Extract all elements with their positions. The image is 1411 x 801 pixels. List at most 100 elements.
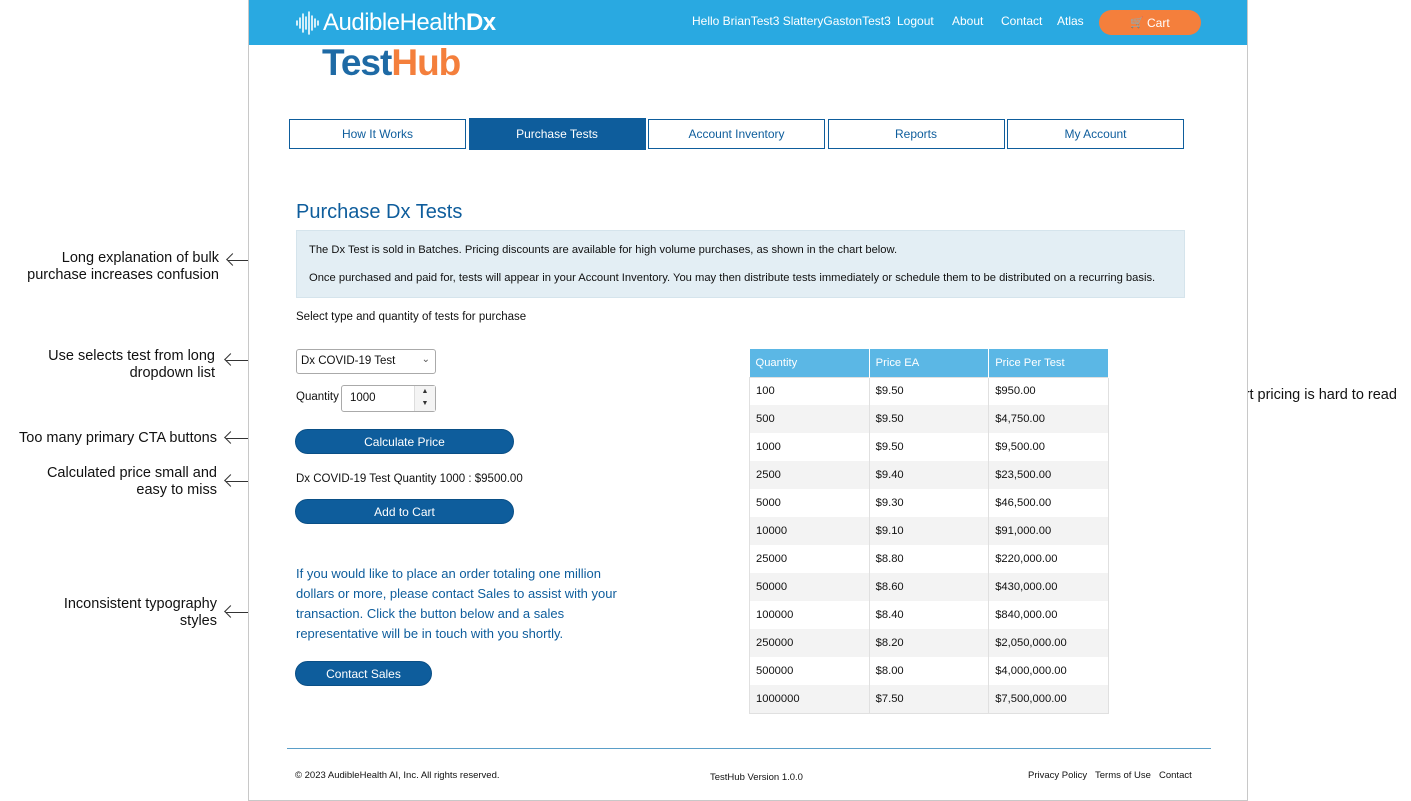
tab-reports[interactable]: Reports: [827, 119, 1005, 149]
table-cell: $950.00: [988, 377, 1109, 405]
info-text: The Dx Test is sold in Batches. Pricing …: [309, 244, 898, 256]
brand-logo[interactable]: AudibleHealth Dx: [295, 8, 496, 38]
table-cell: 100000: [749, 601, 870, 629]
column-header: Quantity: [749, 349, 870, 377]
table-row: 100000 $8.40 $840,000.00: [749, 601, 1109, 629]
cart-label: Cart: [1147, 15, 1170, 30]
annotation-line: easy to miss: [136, 482, 217, 498]
table-cell: 50000: [749, 573, 870, 601]
table-cell: 5000: [749, 489, 870, 517]
table-cell: 250000: [749, 629, 870, 657]
logo-part-hub: Hub: [391, 42, 461, 83]
annotation-line: Calculated price small and: [46, 465, 217, 481]
brand-dx: Dx: [465, 9, 496, 36]
calculate-price-button[interactable]: Calculate Price: [295, 429, 514, 454]
annotation-calc-price: Calculated price small and easy to miss: [10, 465, 217, 499]
app-frame: AudibleHealth Dx Hello BrianTest3 Slatter…: [248, 0, 1248, 801]
table-cell: $9,500.00: [988, 433, 1109, 461]
table-cell: $7,500,000.00: [988, 685, 1109, 713]
table-cell: 500: [749, 405, 870, 433]
stepper-up-icon[interactable]: ▲: [415, 386, 435, 398]
atlas-link[interactable]: Atlas: [1057, 14, 1084, 28]
table-cell: $9.10: [869, 517, 990, 545]
add-to-cart-button[interactable]: Add to Cart: [295, 499, 514, 524]
annotation-line: Too many primary CTA buttons: [19, 430, 217, 446]
select-instructions: Select type and quantity of tests for pu…: [296, 311, 527, 323]
top-navbar: AudibleHealth Dx Hello BrianTest3 Slatter…: [249, 0, 1247, 45]
table-cell: $91,000.00: [988, 517, 1109, 545]
arrow-head-icon: [224, 474, 237, 487]
arrow-head-icon: [224, 353, 237, 366]
table-row: 250000 $8.20 $2,050,000.00: [749, 629, 1109, 657]
annotation-line: Inconsistent typography: [63, 596, 217, 612]
table-row: 100 $9.50 $950.00: [749, 377, 1109, 405]
table-cell: $8.00: [869, 657, 990, 685]
table-row: 500000 $8.00 $4,000,000.00: [749, 657, 1109, 685]
annotation-line: dropdown list: [129, 365, 215, 381]
sales-message: If you would like to place an order tota…: [296, 566, 617, 641]
table-cell: 10000: [749, 517, 870, 545]
table-cell: $430,000.00: [988, 573, 1109, 601]
table-cell: $840,000.00: [988, 601, 1109, 629]
tab-my-account[interactable]: My Account: [1007, 119, 1184, 149]
info-box: The Dx Test is sold in Batches. Pricing …: [296, 230, 1185, 298]
test-type-value: Dx COVID-19 Test: [301, 355, 396, 367]
annotation-cta: Too many primary CTA buttons: [5, 430, 217, 447]
tab-account-inventory[interactable]: Account Inventory: [648, 119, 825, 149]
pricing-table-body: 100 $9.50 $950.00 500 $9.50 $4,750.00 1000 $9.5…: [749, 377, 1109, 713]
stepper-down-icon[interactable]: ▼: [415, 398, 435, 410]
contact-link[interactable]: Contact: [1001, 14, 1042, 28]
page-title: Purchase Dx Tests: [296, 201, 463, 223]
about-link[interactable]: About: [952, 14, 983, 28]
table-row: 10000 $9.10 $91,000.00: [749, 517, 1109, 545]
table-cell: $9.50: [869, 405, 990, 433]
annotation-bulk-explanation: Long explanation of bulk purchase increa…: [10, 250, 219, 284]
footer-contact-link[interactable]: Contact: [1159, 770, 1192, 781]
table-cell: $8.20: [869, 629, 990, 657]
table-cell: $9.40: [869, 461, 990, 489]
table-row: 5000 $9.30 $46,500.00: [749, 489, 1109, 517]
table-cell: 1000: [749, 433, 870, 461]
annotation-line: Use selects test from long: [48, 348, 215, 364]
table-row: 25000 $8.80 $220,000.00: [749, 545, 1109, 573]
table-cell: $4,000,000.00: [988, 657, 1109, 685]
version-label: TestHub Version 1.0.0: [710, 772, 803, 783]
table-cell: $8.80: [869, 545, 990, 573]
column-header: Price EA: [869, 349, 990, 377]
brand-name: AudibleHealth: [323, 9, 466, 36]
quantity-stepper[interactable]: ▲ ▼: [414, 386, 435, 411]
footer-divider: [287, 748, 1211, 749]
logout-link[interactable]: Logout: [897, 14, 934, 28]
table-cell: $2,050,000.00: [988, 629, 1109, 657]
privacy-policy-link[interactable]: Privacy Policy: [1028, 770, 1087, 781]
copyright: © 2023 AudibleHealth AI, Inc. All rights…: [295, 770, 500, 781]
annotation-line: purchase increases confusion: [27, 267, 219, 283]
table-cell: $9.50: [869, 433, 990, 461]
tab-purchase-tests[interactable]: Purchase Tests: [468, 118, 646, 150]
user-greeting[interactable]: Hello BrianTest3 SlatteryGastonTest3: [692, 14, 891, 28]
pricing-table: Quantity Price EA Price Per Test 100 $9.5…: [749, 349, 1109, 714]
calculated-price: Dx COVID-19 Test Quantity 1000 : $9500.0…: [296, 473, 523, 485]
column-header: Price Per Test: [988, 349, 1109, 377]
soundwave-icon: [296, 11, 319, 35]
cart-button[interactable]: 🛒 Cart: [1099, 10, 1201, 35]
contact-sales-button[interactable]: Contact Sales: [295, 661, 432, 686]
table-cell: 500000: [749, 657, 870, 685]
annotation-dropdown: Use selects test from long dropdown list: [10, 348, 215, 382]
arrow-head-icon: [226, 253, 239, 266]
chevron-down-icon: ⌄: [421, 354, 430, 365]
table-cell: $7.50: [869, 685, 990, 713]
test-type-select[interactable]: Dx COVID-19 Test ⌄: [296, 349, 436, 374]
tab-how-it-works[interactable]: How It Works: [289, 119, 466, 149]
main-tabs: How It Works Purchase Tests Account Inve…: [289, 118, 1187, 150]
table-cell: 100: [749, 377, 870, 405]
testhub-logo: TestHub: [322, 42, 461, 84]
table-row: 1000000 $7.50 $7,500,000.00: [749, 685, 1109, 713]
arrow-head-icon: [224, 605, 237, 618]
table-row: 500 $9.50 $4,750.00: [749, 405, 1109, 433]
table-cell: $46,500.00: [988, 489, 1109, 517]
terms-of-use-link[interactable]: Terms of Use: [1095, 770, 1151, 781]
logo-part-test: Test: [322, 42, 392, 83]
table-row: 1000 $9.50 $9,500.00: [749, 433, 1109, 461]
arrow-head-icon: [224, 431, 237, 444]
